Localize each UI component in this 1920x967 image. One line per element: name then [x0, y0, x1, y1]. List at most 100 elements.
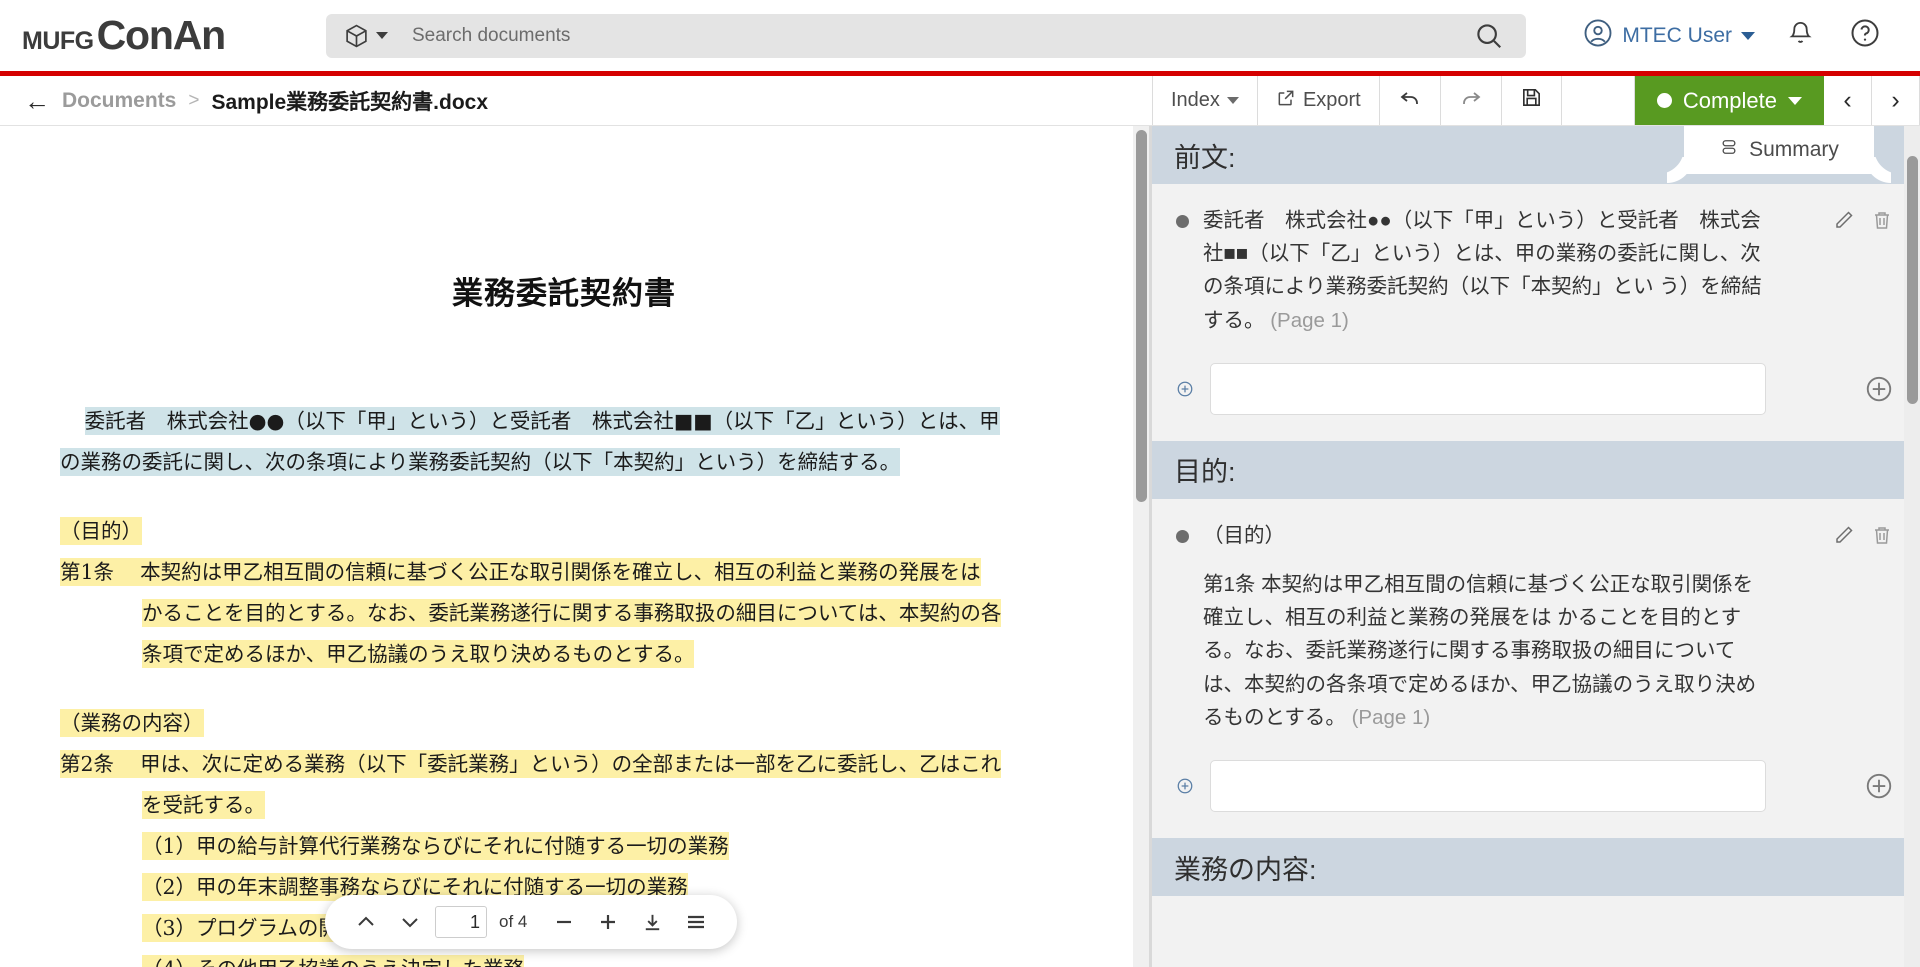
clause2-line-1-row: 第2条 甲は、次に定める業務（以下「委託業務」という）の全部または一部を乙に委託…	[60, 744, 1068, 785]
arrow-left-icon[interactable]: ←	[24, 88, 50, 114]
page-navigation-bar: of 4	[325, 895, 738, 949]
search-scope-dropdown[interactable]	[326, 23, 402, 49]
clause2-item-1-row: （1）甲の給与計算代行業務ならびにそれに付随する一切の業務	[60, 826, 1068, 867]
bell-icon	[1787, 19, 1814, 52]
summary-scrollbar-thumb[interactable]	[1907, 156, 1918, 404]
summary-scrollbar[interactable]	[1904, 126, 1920, 967]
status-badge[interactable]: Complete	[1634, 76, 1824, 125]
export-button[interactable]: Export	[1258, 76, 1380, 125]
cube-icon	[344, 23, 369, 49]
status-label: Complete	[1682, 87, 1777, 113]
chevron-down-icon	[1741, 31, 1755, 40]
document-body: 委託者 株式会社●●（以下「甲」という）と受託者 株式会社■■（以下「乙」という…	[60, 401, 1068, 967]
breadcrumb: ← Documents > Sample業務委託契約書.docx	[0, 76, 1152, 126]
page-number-input[interactable]	[435, 906, 487, 938]
search-input[interactable]	[402, 24, 1464, 47]
application-root: MUFGConAn MTEC User	[0, 0, 1920, 967]
document-toolbar: Index Export Complete ‹ ›	[1152, 76, 1920, 126]
summary-section-card	[1152, 896, 1920, 967]
clause1-heading: （目的）	[60, 517, 142, 545]
redo-icon	[1459, 86, 1483, 116]
help-button[interactable]	[1832, 18, 1898, 53]
search-icon[interactable]	[1464, 21, 1526, 51]
undo-button[interactable]	[1380, 76, 1441, 125]
zoom-in-button[interactable]	[589, 903, 627, 941]
breadcrumb-separator: >	[188, 89, 200, 111]
clause2-label: 第2条	[60, 750, 115, 778]
document-scrollbar-thumb[interactable]	[1136, 130, 1147, 502]
zoom-out-button[interactable]	[545, 903, 583, 941]
pencil-icon[interactable]	[1832, 208, 1856, 237]
summary-section-title: 前文:	[1174, 142, 1236, 173]
clause2-heading: （業務の内容）	[60, 709, 204, 737]
clause2-item-1: （1）甲の給与計算代行業務ならびにそれに付随する一切の業務	[142, 832, 729, 860]
next-document-button[interactable]: ›	[1872, 76, 1920, 125]
preamble-line-2-row: の業務の委託に関し、次の条項により業務委託契約（以下「本契約」という）を締結する…	[60, 442, 1068, 483]
clause2-line-1: 甲は、次に定める業務（以下「委託業務」という）の全部または一部を乙に委託し、乙は…	[140, 750, 1002, 778]
download-button[interactable]	[633, 903, 671, 941]
index-dropdown[interactable]: Index	[1152, 76, 1258, 125]
top-header-bar: MUFGConAn MTEC User	[0, 0, 1920, 71]
trash-icon[interactable]	[1870, 523, 1894, 552]
clause1-heading-row: （目的）	[60, 511, 1068, 552]
prev-document-button[interactable]: ‹	[1824, 76, 1872, 125]
breadcrumb-root-link[interactable]: Documents	[62, 89, 176, 113]
clause1-line-3: 条項で定めるほか、甲乙協議のうえ取り決めるものとする。	[142, 640, 695, 668]
summary-list-icon	[1719, 137, 1739, 163]
summary-bullet-text: （目的）	[1203, 523, 1285, 547]
export-label: Export	[1302, 89, 1361, 111]
summary-page-ref: (Page 1)	[1270, 308, 1349, 332]
summary-bullet-row: 委託者 株式会社●●（以下「甲」という）と受託者 株式会社■■（以下「乙」という…	[1176, 204, 1896, 337]
summary-note-row	[1176, 362, 1896, 415]
status-dot-icon	[1656, 93, 1672, 108]
page-count-label: of 4	[499, 912, 528, 931]
plus-circle-icon[interactable]	[1864, 771, 1894, 801]
index-label: Index	[1171, 89, 1220, 111]
chevron-down-icon	[376, 32, 388, 39]
next-page-button[interactable]	[391, 903, 429, 941]
clause2-item-4: （4）その他甲乙協議のうえ決定した業務	[142, 955, 525, 967]
clause2-item-4-row: （4）その他甲乙協議のうえ決定した業務	[60, 949, 1068, 967]
summary-section-title: 目的:	[1174, 457, 1236, 488]
tab-summary[interactable]: Summary	[1684, 126, 1874, 174]
previous-page-button[interactable]	[347, 903, 385, 941]
clause2-line-2-row: を受託する。	[60, 785, 1068, 826]
clause1-label: 第1条	[60, 558, 115, 586]
summary-section-header: 目的:	[1152, 440, 1920, 499]
header-actions: MTEC User	[1569, 18, 1920, 53]
document-scrollbar[interactable]	[1133, 126, 1149, 967]
clause1-line-2-row: かることを目的とする。なお、委託業務遂行に関する事務取扱の細目については、本契約…	[60, 593, 1068, 634]
clause2-line-2: を受託する。	[142, 791, 265, 819]
plus-circle-icon[interactable]	[1864, 374, 1894, 404]
summary-row-actions	[1832, 523, 1894, 552]
plus-circle-small-icon[interactable]	[1176, 777, 1194, 795]
document-title: 業務委託契約書	[452, 276, 676, 312]
undo-icon	[1398, 86, 1422, 116]
summary-bullet-text-wrap: 委託者 株式会社●●（以下「甲」という）と受託者 株式会社■■（以下「乙」という…	[1203, 204, 1763, 337]
notifications-button[interactable]	[1769, 19, 1832, 52]
app-logo[interactable]: MUFG ConAn	[0, 12, 310, 59]
breadcrumb-current-file: Sample業務委託契約書.docx	[211, 90, 489, 114]
redo-button[interactable]	[1441, 76, 1502, 125]
summary-section-header: 業務の内容:	[1152, 838, 1920, 897]
summary-note-input[interactable]	[1210, 760, 1766, 813]
pencil-icon[interactable]	[1832, 523, 1856, 552]
tab-summary-label: Summary	[1749, 138, 1839, 161]
trash-icon[interactable]	[1870, 208, 1894, 237]
viewer-menu-button[interactable]	[677, 903, 715, 941]
user-circle-icon	[1583, 18, 1613, 53]
summary-sub-text-wrap: 第1条 本契約は甲乙相互間の信頼に基づく公正な取引関係を確立し、相互の利益と業務…	[1203, 568, 1763, 734]
user-menu[interactable]: MTEC User	[1569, 18, 1769, 53]
bullet-icon	[1176, 529, 1189, 543]
summary-row-actions	[1832, 208, 1894, 237]
preamble-line-2: の業務の委託に関し、次の条項により業務委託契約（以下「本契約」という）を締結する…	[60, 448, 901, 476]
clause1-line-2: かることを目的とする。なお、委託業務遂行に関する事務取扱の細目については、本契約…	[142, 599, 1002, 627]
document-page: 業務委託契約書 委託者 株式会社●●（以下「甲」という）と受託者 株式会社■■（…	[0, 126, 1128, 967]
plus-circle-small-icon[interactable]	[1176, 380, 1194, 398]
summary-page-ref: (Page 1)	[1351, 705, 1431, 729]
user-name-label: MTEC User	[1622, 23, 1732, 47]
save-button[interactable]	[1502, 76, 1562, 125]
summary-note-input[interactable]	[1210, 362, 1766, 415]
summary-note-row	[1176, 760, 1896, 813]
bullet-icon	[1176, 215, 1189, 228]
